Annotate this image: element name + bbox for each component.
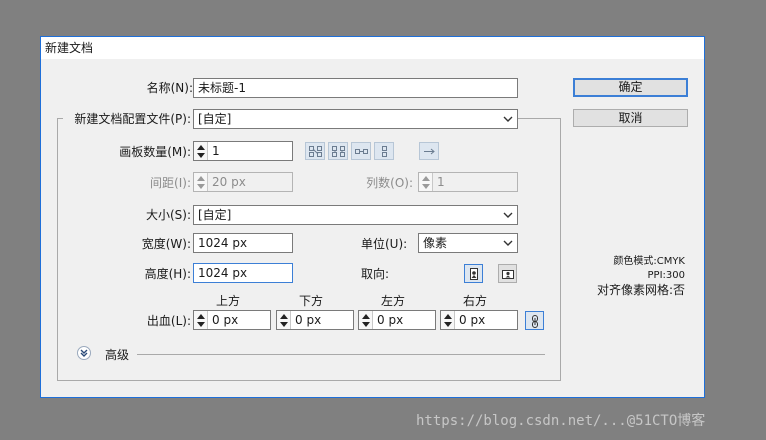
bleed-label: 出血(L): [146, 314, 191, 328]
orientation-label: 取向: [361, 267, 390, 281]
height-input[interactable]: 1024 px [193, 263, 293, 283]
ppi-info: PPI:300 [647, 270, 685, 281]
units-select[interactable]: 像素 [418, 233, 518, 253]
advanced-label: 高级 [105, 348, 130, 362]
artboard-count-input[interactable]: 1 [193, 141, 293, 161]
width-label: 宽度(W): [141, 237, 191, 251]
advanced-expand-icon[interactable] [77, 346, 91, 360]
arrange-by-row-icon[interactable] [351, 142, 371, 160]
bleed-left-stepper[interactable] [359, 311, 373, 329]
name-label: 名称(N): [146, 81, 193, 95]
chevron-down-icon [503, 212, 513, 218]
columns-input[interactable]: 1 [418, 172, 518, 192]
units-label: 单位(U): [361, 237, 408, 251]
height-label: 高度(H): [144, 267, 191, 281]
bleed-bottom-input[interactable]: 0 px [276, 310, 354, 330]
bleed-right-label: 右方 [462, 294, 487, 308]
bleed-left-label: 左方 [380, 294, 405, 308]
bleed-top-stepper[interactable] [194, 311, 208, 329]
artboard-count-label: 画板数量(M): [119, 145, 191, 159]
layout-direction-arrow-icon[interactable] [419, 142, 439, 160]
window-title: 新建文档 [41, 37, 704, 59]
name-input[interactable]: 未标题-1 [193, 78, 518, 98]
width-input[interactable]: 1024 px [193, 233, 293, 253]
bleed-top-input[interactable]: 0 px [193, 310, 271, 330]
pixel-grid-info: 对齐像素网格:否 [596, 283, 685, 297]
profile-select[interactable]: [自定] [193, 109, 518, 129]
bleed-bottom-stepper[interactable] [277, 311, 291, 329]
bleed-bottom-label: 下方 [298, 294, 323, 308]
bleed-left-input[interactable]: 0 px [358, 310, 436, 330]
spacing-label: 间距(I): [150, 176, 191, 190]
link-bleed-icon[interactable] [525, 311, 544, 330]
landscape-orientation-icon[interactable] [498, 264, 517, 283]
size-label: 大小(S): [145, 208, 191, 222]
bleed-right-stepper[interactable] [441, 311, 455, 329]
columns-label: 列数(O): [366, 176, 413, 190]
color-mode-info: 颜色模式:CMYK [613, 256, 685, 267]
chevron-down-icon [503, 116, 513, 122]
size-select[interactable]: [自定] [193, 205, 518, 225]
grid-by-row-icon[interactable] [305, 142, 325, 160]
artboard-count-stepper[interactable] [194, 142, 208, 160]
ok-button[interactable]: 确定 [573, 78, 688, 97]
chevron-down-icon [503, 240, 513, 246]
profile-label: 新建文档配置文件(P): [63, 112, 193, 126]
watermark-text: https://blog.csdn.net/...@51CTO博客 [416, 413, 706, 429]
advanced-divider [137, 354, 545, 355]
grid-by-column-icon[interactable] [328, 142, 348, 160]
new-document-dialog: 新建文档 名称(N): 未标题-1 确定 取消 新建文档配置文件(P): [自定… [40, 36, 705, 398]
columns-stepper[interactable] [419, 173, 433, 191]
bleed-top-label: 上方 [215, 294, 240, 308]
bleed-right-input[interactable]: 0 px [440, 310, 518, 330]
cancel-button[interactable]: 取消 [573, 109, 688, 127]
spacing-input[interactable]: 20 px [193, 172, 293, 192]
arrange-by-column-icon[interactable] [374, 142, 394, 160]
spacing-stepper[interactable] [194, 173, 208, 191]
portrait-orientation-icon[interactable] [464, 264, 483, 283]
